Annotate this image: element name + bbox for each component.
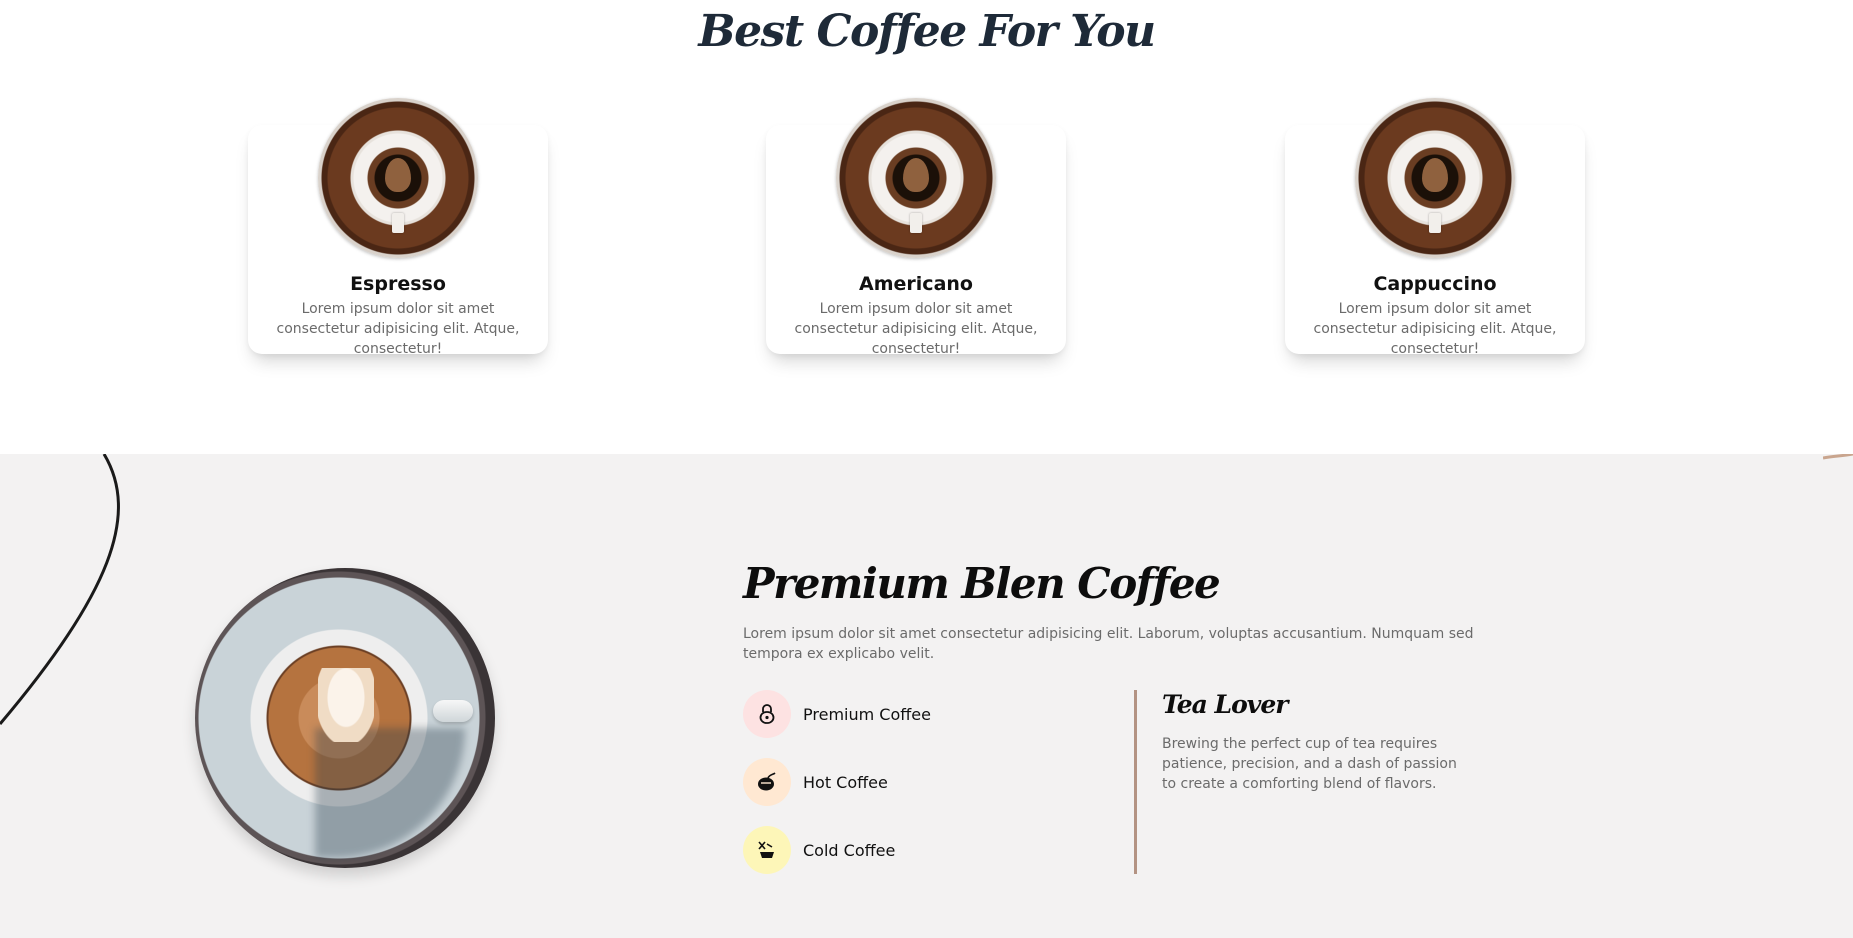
cold-coffee-icon [743,826,791,874]
hot-coffee-icon [743,758,791,806]
decorative-curve [0,454,120,725]
card-description: Lorem ipsum dolor sit amet consectetur a… [1313,301,1557,357]
card-title: Americano [859,273,973,295]
tea-lover-description: Brewing the perfect cup of tea requires … [1162,736,1457,792]
coffee-card-espresso[interactable]: Espresso Lorem ipsum dolor sit amet cons… [248,98,548,357]
feature-cold-coffee: Cold Coffee [743,826,895,874]
feature-premium-coffee: Premium Coffee [743,690,931,738]
card-title: Cappuccino [1373,273,1497,295]
vertical-divider [1134,690,1137,874]
coffee-cup-image [318,98,478,258]
card-title: Espresso [350,273,446,295]
feature-label: Premium Coffee [803,704,931,724]
coffee-cup-image [1355,98,1515,258]
decorative-corner [1823,454,1853,460]
lock-icon [743,690,791,738]
premium-description: Lorem ipsum dolor sit amet consectetur a… [743,626,1474,662]
premium-section: Premium Blen Coffee Lorem ipsum dolor si… [0,454,1853,938]
latte-cup-image [195,568,495,868]
feature-hot-coffee: Hot Coffee [743,758,888,806]
premium-title: Premium Blen Coffee [743,559,1221,608]
card-description: Lorem ipsum dolor sit amet consectetur a… [276,301,520,357]
section-title: Best Coffee For You [698,6,1156,57]
coffee-card-cappuccino[interactable]: Cappuccino Lorem ipsum dolor sit amet co… [1285,98,1585,357]
feature-label: Cold Coffee [803,840,896,860]
feature-label: Hot Coffee [803,772,888,792]
coffee-card-americano[interactable]: Americano Lorem ipsum dolor sit amet con… [766,98,1066,357]
tea-lover-title: Tea Lover [1162,690,1288,719]
best-coffee-section: Best Coffee For You Espresso Lorem ipsum… [0,0,1853,454]
card-description: Lorem ipsum dolor sit amet consectetur a… [794,301,1038,357]
coffee-cup-image [836,98,996,258]
